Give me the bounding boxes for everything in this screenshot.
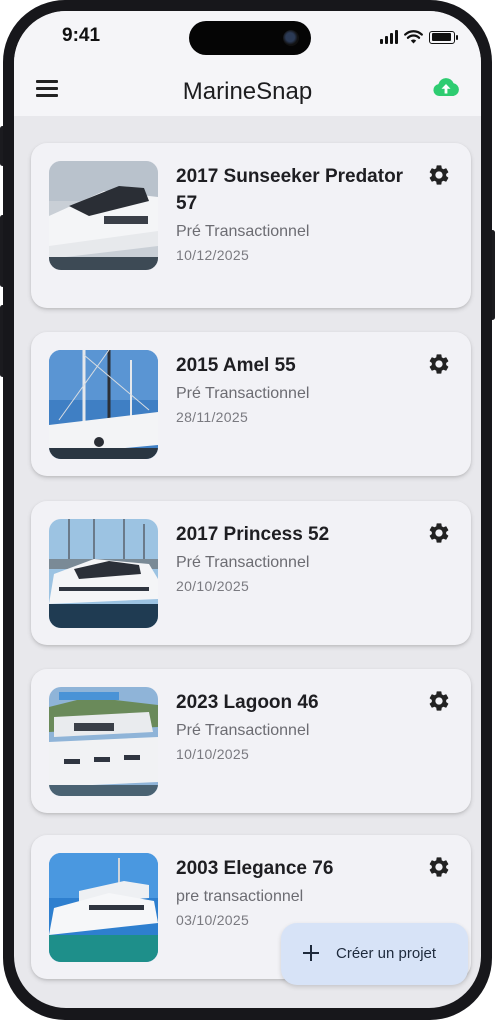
- project-thumbnail: [49, 161, 158, 270]
- dynamic-island: [189, 21, 311, 55]
- plus-icon: [303, 945, 319, 961]
- project-thumbnail: [49, 853, 158, 962]
- settings-gear-icon[interactable]: [427, 521, 451, 545]
- create-project-label: Créer un projet: [336, 945, 437, 962]
- app-bar: MarineSnap: [14, 66, 481, 116]
- project-title: 2003 Elegance 76: [176, 858, 334, 879]
- project-status: Pré Transactionnel: [176, 722, 310, 739]
- project-date: 10/10/2025: [176, 746, 250, 762]
- status-icons: [380, 30, 458, 44]
- project-title: 2015 Amel 55: [176, 355, 296, 376]
- settings-gear-icon[interactable]: [427, 163, 451, 187]
- project-thumbnail: [49, 350, 158, 459]
- wifi-icon: [404, 30, 423, 44]
- project-title: 2017 Sunseeker Predator 57: [176, 166, 404, 214]
- phone-frame: 9:41 MarineSnap 2017 Sunseeker Predator …: [3, 0, 492, 1020]
- project-status: pre transactionnel: [176, 888, 304, 905]
- settings-gear-icon[interactable]: [427, 352, 451, 376]
- signal-icon: [380, 30, 398, 44]
- project-date: 03/10/2025: [176, 912, 250, 928]
- project-card[interactable]: 2017 Princess 52 Pré Transactionnel 20/1…: [31, 501, 471, 645]
- settings-gear-icon[interactable]: [427, 689, 451, 713]
- settings-gear-icon[interactable]: [427, 855, 451, 879]
- project-status: Pré Transactionnel: [176, 223, 310, 240]
- battery-icon: [429, 30, 458, 44]
- project-title: 2017 Princess 52: [176, 524, 330, 545]
- project-thumbnail: [49, 519, 158, 628]
- project-card[interactable]: 2023 Lagoon 46 Pré Transactionnel 10/10/…: [31, 669, 471, 813]
- project-date: 28/11/2025: [176, 409, 249, 425]
- create-project-button[interactable]: Créer un projet: [281, 923, 468, 985]
- project-card[interactable]: 2017 Sunseeker Predator 57 Pré Transacti…: [31, 143, 471, 308]
- status-time: 9:41: [62, 25, 101, 46]
- project-card[interactable]: 2015 Amel 55 Pré Transactionnel 28/11/20…: [31, 332, 471, 476]
- cloud-upload-icon[interactable]: [431, 73, 461, 103]
- project-thumbnail: [49, 687, 158, 796]
- screen: 9:41 MarineSnap 2017 Sunseeker Predator …: [14, 11, 481, 1008]
- project-date: 10/12/2025: [176, 247, 250, 263]
- app-title: MarineSnap: [182, 78, 313, 105]
- camera-icon: [283, 30, 299, 46]
- project-date: 20/10/2025: [176, 578, 250, 594]
- project-status: Pré Transactionnel: [176, 554, 310, 571]
- project-status: Pré Transactionnel: [176, 385, 310, 402]
- status-bar: 9:41: [14, 11, 481, 66]
- project-title: 2023 Lagoon 46: [176, 692, 319, 713]
